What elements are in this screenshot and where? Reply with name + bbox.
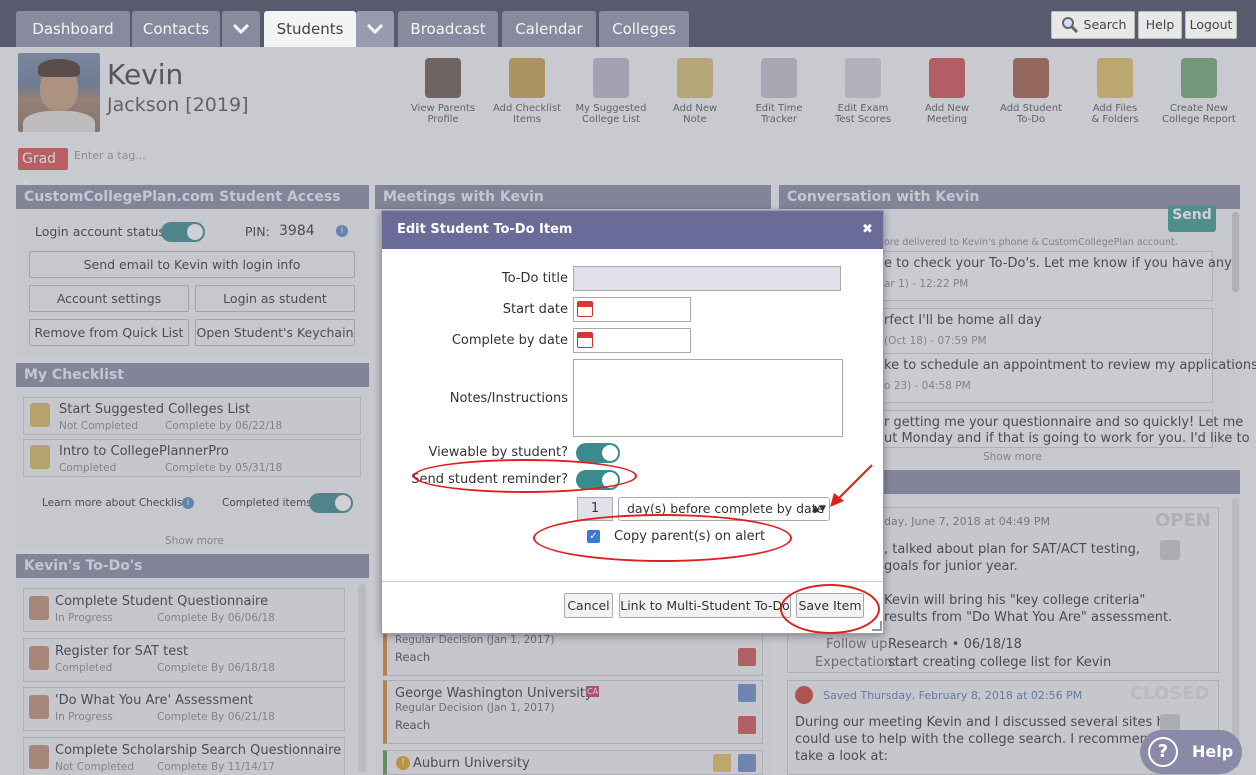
annotation-circle (533, 514, 792, 562)
start-date-input[interactable] (573, 297, 691, 322)
tab-students[interactable]: Students (264, 11, 356, 47)
search-button[interactable]: Search (1051, 11, 1135, 39)
contacts-dropdown[interactable] (222, 11, 260, 47)
chevron-down-icon (232, 23, 250, 35)
help-widget-label: Help (1192, 742, 1234, 761)
notes-label: Notes/Instructions (449, 391, 568, 406)
viewable-label: Viewable by student? (428, 445, 568, 460)
modal-title: Edit Student To-Do Item (382, 211, 883, 249)
modal-divider (382, 581, 883, 582)
tab-colleges[interactable]: Colleges (599, 11, 689, 47)
start-date-label: Start date (502, 302, 568, 317)
todo-title-input[interactable] (573, 266, 841, 291)
tab-dashboard[interactable]: Dashboard (16, 11, 130, 47)
top-nav: Dashboard Contacts Students Broadcast Ca… (0, 0, 1256, 47)
close-icon[interactable]: ✖ (862, 222, 873, 237)
logout-button[interactable]: Logout (1185, 11, 1237, 39)
cancel-button[interactable]: Cancel (564, 593, 613, 618)
annotation-circle (780, 584, 880, 634)
search-label: Search (1083, 17, 1127, 32)
viewable-toggle[interactable] (576, 443, 620, 463)
link-multi-student-button[interactable]: Link to Multi-Student To-Do (619, 593, 791, 618)
search-icon (1062, 17, 1078, 33)
help-widget[interactable]: ? Help (1140, 730, 1242, 774)
help-icon: ? (1148, 737, 1178, 767)
complete-date-label: Complete by date (451, 333, 568, 348)
tab-contacts[interactable]: Contacts (132, 11, 220, 47)
calendar-icon[interactable] (577, 332, 593, 348)
help-button[interactable]: Help (1138, 11, 1182, 39)
complete-date-input[interactable] (573, 328, 691, 353)
calendar-icon[interactable] (577, 301, 593, 317)
todo-title-label: To-Do title (501, 271, 568, 286)
chevron-down-icon (366, 23, 384, 35)
notes-textarea[interactable] (573, 359, 843, 437)
annotation-circle (413, 459, 637, 493)
students-dropdown[interactable] (356, 11, 394, 47)
annotation-arrow (830, 464, 873, 507)
edit-todo-modal: Edit Student To-Do Item ✖ To-Do title St… (381, 210, 884, 634)
tab-broadcast[interactable]: Broadcast (398, 11, 498, 47)
tab-calendar[interactable]: Calendar (502, 11, 596, 47)
resize-handle[interactable] (872, 621, 882, 631)
